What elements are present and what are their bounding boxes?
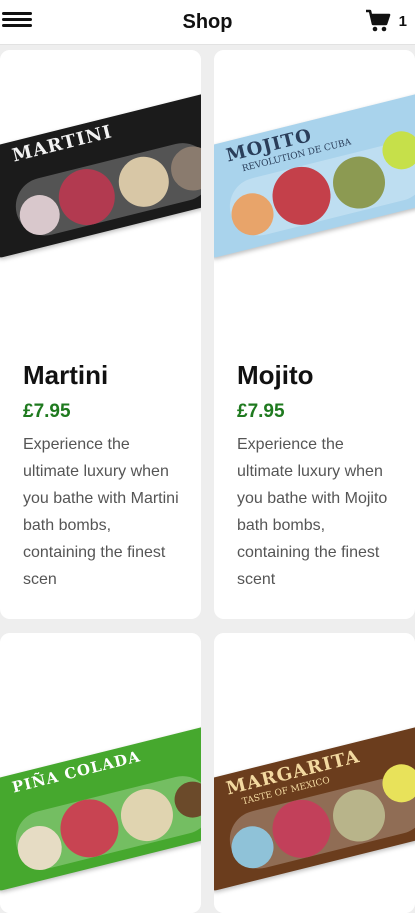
- bath-bomb: [52, 163, 121, 232]
- cart-button[interactable]: 1: [365, 8, 407, 34]
- bath-bomb: [54, 793, 125, 864]
- bath-bomb: [378, 760, 415, 807]
- product-card-mojito[interactable]: MOJITO REVOLUTION DE CUBA Mojito £7.95 E…: [214, 50, 415, 619]
- product-image[interactable]: MARTINI: [0, 50, 201, 340]
- box-label: MARTINI: [10, 121, 115, 167]
- product-price: £7.95: [23, 401, 71, 422]
- bath-bomb: [227, 821, 278, 873]
- cart-count-badge: 1: [398, 12, 407, 30]
- bath-bomb: [13, 821, 67, 875]
- bath-bomb: [113, 151, 175, 213]
- bath-bomb: [227, 188, 278, 240]
- product-description: Experience the ultimate luxury when you …: [237, 436, 388, 588]
- bath-bomb: [15, 190, 64, 240]
- top-bar: Shop 1: [0, 0, 415, 45]
- bath-bomb: [166, 141, 201, 196]
- product-image[interactable]: MOJITO REVOLUTION DE CUBA: [214, 50, 415, 340]
- product-card-margarita[interactable]: MARGARITA TASTE OF MEXICO: [214, 633, 415, 913]
- product-description: Experience the ultimate luxury when you …: [23, 436, 179, 588]
- product-card-pina-colada[interactable]: PIÑA COLADA: [0, 633, 201, 913]
- shopping-cart-icon: [365, 9, 390, 32]
- product-name[interactable]: Mojito: [237, 360, 402, 391]
- bath-bomb: [378, 127, 415, 174]
- product-image[interactable]: MARGARITA TASTE OF MEXICO: [214, 633, 415, 913]
- mojito-box-graphic: MOJITO REVOLUTION DE CUBA: [214, 91, 415, 259]
- bath-bomb: [170, 777, 201, 822]
- pina-colada-box-graphic: PIÑA COLADA: [0, 724, 201, 892]
- hamburger-menu-icon[interactable]: [2, 10, 32, 34]
- bath-bomb: [327, 151, 391, 215]
- product-card-martini[interactable]: MARTINI Martini £7.95 Experience the ult…: [0, 50, 201, 619]
- product-image[interactable]: PIÑA COLADA: [0, 633, 201, 913]
- page-title: Shop: [182, 10, 233, 33]
- margarita-box-graphic: MARGARITA TASTE OF MEXICO: [214, 724, 415, 892]
- bath-bomb: [327, 784, 391, 848]
- product-name[interactable]: Martini: [23, 360, 188, 391]
- bath-bomb: [266, 160, 337, 232]
- martini-box-graphic: MARTINI: [0, 91, 201, 259]
- bath-bomb: [115, 783, 179, 847]
- product-grid: MARTINI Martini £7.95 Experience the ult…: [0, 46, 415, 913]
- product-price: £7.95: [237, 401, 285, 422]
- bath-bomb: [266, 793, 337, 865]
